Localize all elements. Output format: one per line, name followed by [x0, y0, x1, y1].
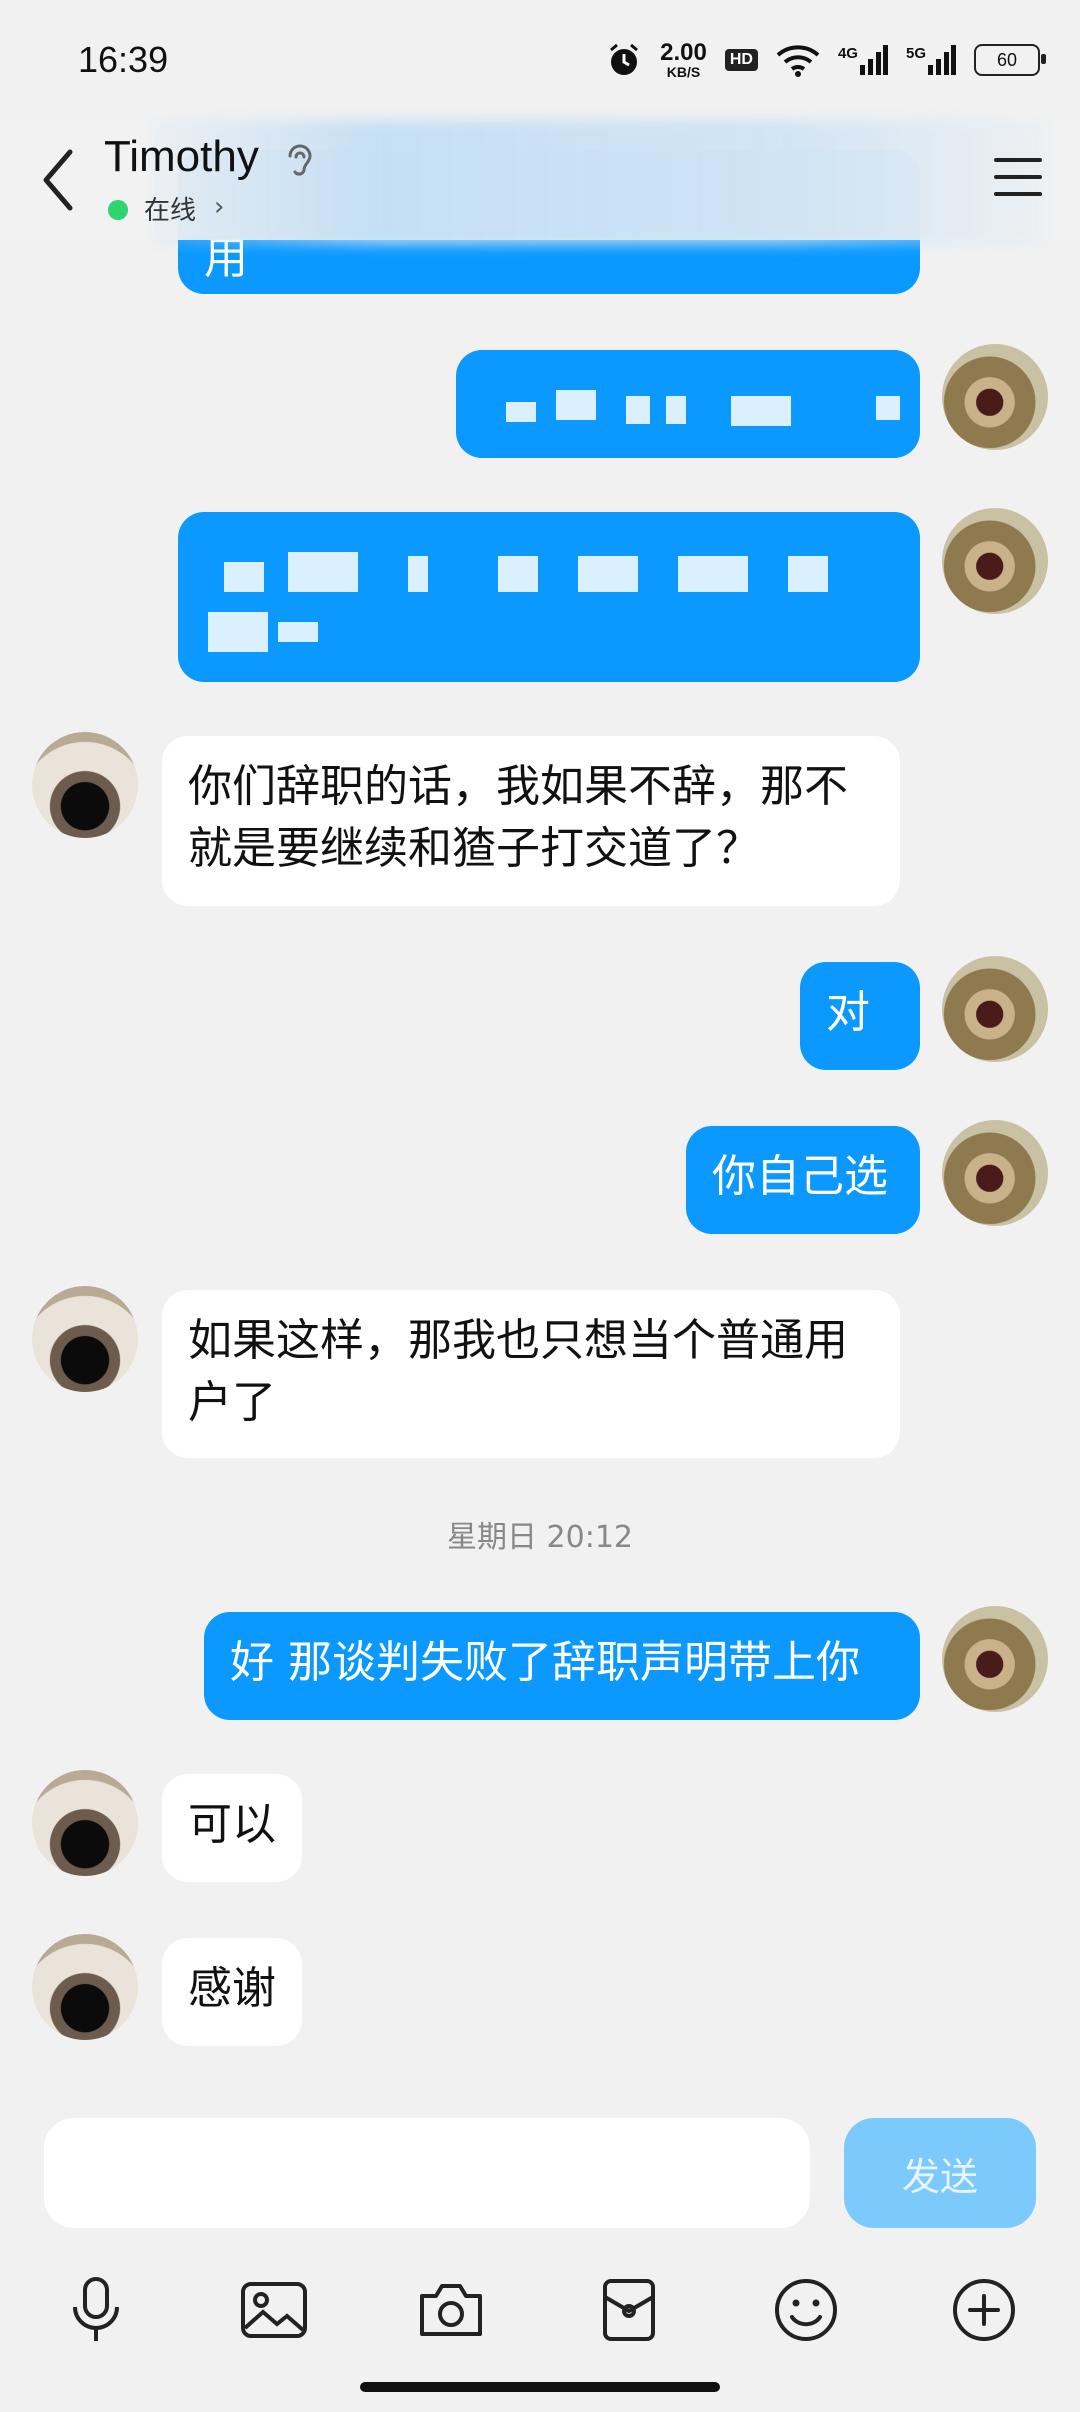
message-bubble-outgoing[interactable] — [456, 350, 920, 458]
avatar-contact[interactable] — [32, 1934, 138, 2040]
hd-badge: HD — [724, 49, 758, 71]
status-bar: 16:39 2.00 KB/S HD 4G 5G 60 — [0, 0, 1080, 120]
signal-5g: 5G — [906, 45, 956, 75]
message-text: 你们辞职的话，我如果不辞，那不就是要继续和猹子打交道了？ — [188, 761, 848, 874]
message-bubble-incoming[interactable]: 可以 — [162, 1774, 302, 1882]
avatar-contact[interactable] — [32, 1770, 138, 1876]
message-text: 你自己选 — [712, 1151, 888, 1202]
message-text: 如果这样，那我也只想当个普通用户了 — [188, 1315, 848, 1428]
avatar-contact[interactable] — [32, 1286, 138, 1392]
presence-dot — [108, 200, 128, 220]
chat-header: Timothy 在线 › — [0, 120, 1080, 245]
composer: 发送 — [0, 2100, 1080, 2412]
message-text: 可以 — [188, 1799, 276, 1850]
chat-timestamp: 星期日 20:12 — [447, 1520, 633, 1555]
message-bubble-outgoing[interactable]: 好 那谈判失败了辞职声明带上你 — [204, 1612, 920, 1720]
avatar-self[interactable] — [942, 1606, 1048, 1712]
message-text: 对 — [826, 987, 870, 1038]
message-bubble-outgoing[interactable]: 你自己选 — [686, 1126, 920, 1234]
back-icon[interactable] — [34, 140, 84, 220]
composer-toolbar — [0, 2260, 1080, 2360]
signal-4g-label: 4G — [837, 45, 858, 62]
chevron-right-icon[interactable]: › — [214, 192, 224, 222]
message-text: 好 那谈判失败了辞职声明带上你 — [230, 1637, 860, 1688]
signal-5g-label: 5G — [905, 45, 926, 62]
ear-icon[interactable] — [282, 140, 316, 180]
message-text: 感谢 — [188, 1963, 276, 2014]
avatar-self[interactable] — [942, 1120, 1048, 1226]
net-speed-value: 2.00 — [660, 39, 707, 66]
signal-4g: 4G — [838, 45, 888, 75]
net-speed: 2.00 KB/S — [660, 39, 707, 80]
alarm-icon — [610, 43, 639, 75]
signal-bars-icon — [928, 45, 956, 75]
status-icons: 2.00 KB/S HD 4G 5G 60 — [606, 39, 1046, 80]
battery-indicator: 60 — [974, 44, 1046, 76]
net-speed-unit: KB/S — [666, 64, 701, 80]
plus-icon[interactable] — [944, 2270, 1024, 2350]
emoji-icon[interactable] — [766, 2270, 846, 2350]
status-time: 16:39 — [78, 39, 169, 80]
message-input[interactable] — [44, 2118, 810, 2228]
avatar-contact[interactable] — [32, 732, 138, 838]
wifi-icon — [776, 45, 820, 77]
send-button[interactable]: 发送 — [844, 2118, 1036, 2228]
contact-name[interactable]: Timothy — [104, 132, 259, 182]
image-icon[interactable] — [234, 2270, 314, 2350]
menu-icon[interactable] — [992, 152, 1044, 202]
presence-status[interactable]: 在线 — [144, 190, 196, 227]
avatar-self[interactable] — [942, 344, 1048, 450]
avatar-self[interactable] — [942, 508, 1048, 614]
message-bubble-incoming[interactable]: 你们辞职的话，我如果不辞，那不就是要继续和猹子打交道了？ — [162, 736, 900, 906]
signal-bars-icon — [859, 45, 888, 75]
message-bubble-outgoing[interactable] — [178, 512, 920, 682]
avatar-self[interactable] — [942, 956, 1048, 1062]
home-indicator[interactable] — [360, 2382, 720, 2392]
message-bubble-outgoing[interactable]: 对 — [800, 962, 920, 1070]
message-bubble-incoming[interactable]: 如果这样，那我也只想当个普通用户了 — [162, 1290, 900, 1458]
red-packet-icon[interactable] — [589, 2270, 669, 2350]
camera-icon[interactable] — [411, 2270, 491, 2350]
header-glow — [150, 120, 1050, 245]
message-bubble-incoming[interactable]: 感谢 — [162, 1938, 302, 2046]
microphone-icon[interactable] — [56, 2270, 136, 2350]
